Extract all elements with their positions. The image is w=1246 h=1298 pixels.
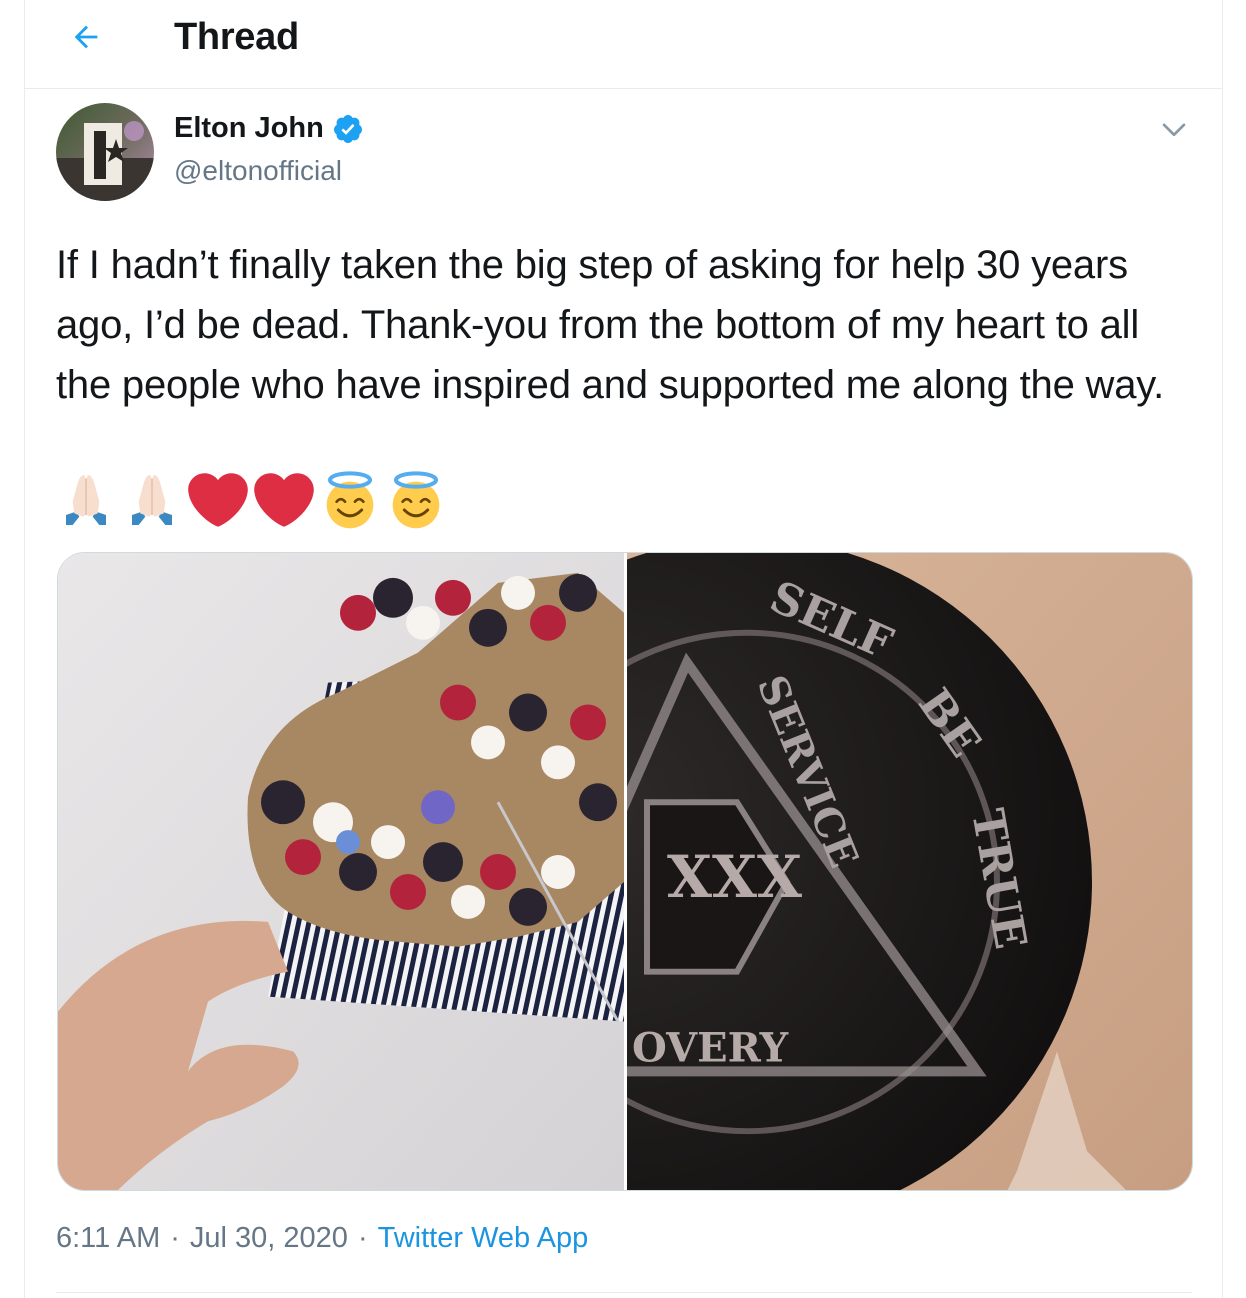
- tweet-meta: 6:11 AM · Jul 30, 2020 · Twitter Web App: [56, 1222, 588, 1255]
- tweet-source-link[interactable]: Twitter Web App: [378, 1222, 589, 1255]
- medallion-text-overy: OVERY: [632, 1025, 789, 1071]
- tweet-date[interactable]: Jul 30, 2020: [190, 1222, 348, 1255]
- verified-badge-icon: [333, 114, 362, 143]
- thread-column: Thread Elton John @eltonofficial If I ha…: [24, 0, 1223, 1298]
- back-button[interactable]: [63, 14, 109, 60]
- smiling-face-with-halo-icon: [326, 471, 374, 529]
- tweet-text: If I hadn’t finally taken the big step o…: [56, 243, 1165, 407]
- arrow-left-icon: [74, 25, 98, 49]
- tweet-media-grid: XXX SELF BE TRUE SERVICE OVERY: [57, 552, 1193, 1191]
- author-display-name[interactable]: Elton John: [174, 112, 324, 145]
- folded-hands-icon: [66, 475, 106, 525]
- chevron-down-icon[interactable]: [1158, 113, 1190, 145]
- tweet-time[interactable]: 6:11 AM: [56, 1222, 160, 1255]
- red-heart-icon: [254, 473, 314, 527]
- thread-header: Thread: [25, 0, 1222, 89]
- meta-separator: ·: [357, 1222, 368, 1254]
- folded-hands-icon: [132, 475, 172, 525]
- smiling-face-with-halo-icon: [392, 471, 440, 529]
- meta-separator: ·: [170, 1222, 180, 1254]
- divider: [56, 1292, 1192, 1293]
- emoji-row: [56, 470, 446, 530]
- avatar[interactable]: [56, 103, 154, 201]
- author-handle[interactable]: @eltonofficial: [174, 155, 342, 187]
- author-name-row: Elton John: [174, 112, 364, 145]
- medallion-roman-numeral: XXX: [667, 843, 802, 911]
- red-heart-icon: [188, 473, 248, 527]
- media-photo-medallion[interactable]: XXX SELF BE TRUE SERVICE OVERY: [627, 553, 1192, 1190]
- media-photo-cake[interactable]: [58, 553, 624, 1190]
- page-title: Thread: [174, 16, 299, 58]
